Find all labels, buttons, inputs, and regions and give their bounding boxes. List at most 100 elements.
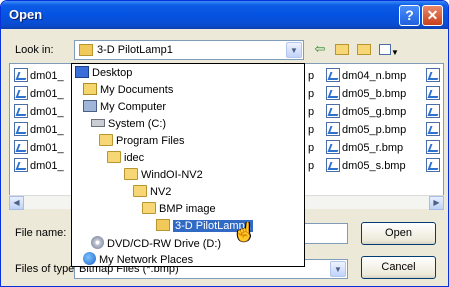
- partial-file-text: p: [308, 106, 315, 118]
- bitmap-file-icon: [326, 68, 340, 82]
- bitmap-file-icon: [326, 140, 340, 154]
- bitmap-file-icon: [326, 158, 340, 172]
- look-in-label: Look in:: [15, 44, 54, 56]
- file-name-text: dm01_: [30, 88, 64, 100]
- dropdown-item-label: My Computer: [100, 101, 167, 113]
- list-item[interactable]: dm01_: [14, 68, 64, 84]
- folder-icon: [133, 185, 147, 197]
- dropdown-item-label: DVD/CD-RW Drive (D:): [107, 238, 222, 250]
- bitmap-file-icon: [426, 158, 440, 172]
- dropdown-item-network-places[interactable]: My Network Places: [83, 252, 193, 267]
- bitmap-file-icon: [426, 86, 440, 100]
- partial-file-text: p: [308, 160, 315, 172]
- bitmap-file-icon: [14, 104, 28, 118]
- dialog-title: Open: [9, 7, 43, 22]
- list-item[interactable]: dm05_g.bmp: [326, 104, 406, 120]
- partial-file-text: p: [308, 124, 315, 136]
- scroll-right-icon[interactable]: ▶: [429, 196, 444, 210]
- open-button[interactable]: Open: [361, 222, 436, 245]
- look-in-value: 3-D PilotLamp1: [97, 44, 173, 56]
- bitmap-file-icon: [426, 68, 440, 82]
- partial-file-text: p: [308, 88, 315, 100]
- list-item[interactable]: [426, 122, 442, 138]
- list-item[interactable]: dm01_: [14, 86, 64, 102]
- network-places-icon: [83, 252, 96, 265]
- file-name-text: dm05_p.bmp: [342, 124, 407, 136]
- file-name-text: dm01_: [30, 160, 64, 172]
- list-item[interactable]: [426, 104, 442, 120]
- dropdown-item-label: BMP image: [159, 203, 216, 215]
- chevron-down-icon[interactable]: ▼: [286, 42, 302, 58]
- list-item[interactable]: [426, 158, 442, 174]
- scroll-left-icon[interactable]: ◀: [9, 196, 24, 210]
- dropdown-item-system-c[interactable]: System (C:): [91, 117, 166, 132]
- file-name-text: dm01_: [30, 106, 64, 118]
- file-name-text: dm05_b.bmp: [342, 88, 407, 100]
- bitmap-file-icon: [14, 86, 28, 100]
- my-documents-icon: [83, 83, 97, 95]
- file-name-text: dm01_: [30, 142, 64, 154]
- folder-icon: [99, 134, 113, 146]
- bitmap-file-icon: [14, 122, 28, 136]
- dropdown-item-desktop[interactable]: Desktop: [75, 66, 132, 81]
- file-name-text: dm05_g.bmp: [342, 106, 407, 118]
- folder-icon: [107, 151, 121, 163]
- list-item[interactable]: dm05_r.bmp: [326, 140, 403, 156]
- bitmap-file-icon: [326, 86, 340, 100]
- list-item[interactable]: dm05_p.bmp: [326, 122, 406, 138]
- cd-drive-icon: [91, 236, 104, 249]
- list-item[interactable]: dm01_: [14, 122, 64, 138]
- bitmap-file-icon: [326, 122, 340, 136]
- help-button[interactable]: ?: [399, 5, 420, 26]
- bitmap-file-icon: [426, 122, 440, 136]
- list-item[interactable]: [426, 86, 442, 102]
- bitmap-file-icon: [426, 104, 440, 118]
- dropdown-item-program-files[interactable]: Program Files: [99, 134, 184, 149]
- dropdown-item-label: NV2: [150, 186, 172, 198]
- bitmap-file-icon: [426, 140, 440, 154]
- open-dialog: Open ? ✕ Look in: 3-D PilotLamp1 ▼ ⇦ ▼ d…: [0, 0, 449, 287]
- dropdown-item-nv2[interactable]: NV2: [133, 185, 171, 200]
- dropdown-item-my-computer[interactable]: My Computer: [83, 100, 166, 115]
- file-name-text: dm05_s.bmp: [342, 160, 406, 172]
- new-folder-icon[interactable]: [355, 41, 373, 57]
- cancel-button[interactable]: Cancel: [361, 256, 436, 279]
- list-item[interactable]: dm01_: [14, 140, 64, 156]
- dropdown-item-windoi-nv2[interactable]: WindOI-NV2: [124, 168, 203, 183]
- desktop-icon: [75, 66, 89, 78]
- dropdown-item-dvd-drive[interactable]: DVD/CD-RW Drive (D:): [91, 236, 221, 251]
- dropdown-item-idec[interactable]: idec: [107, 151, 144, 166]
- list-item[interactable]: [426, 68, 442, 84]
- views-menu-icon[interactable]: ▼: [377, 41, 401, 57]
- dropdown-item-label: My Documents: [100, 84, 174, 96]
- back-icon[interactable]: ⇦: [311, 41, 329, 57]
- dropdown-item-label: My Network Places: [99, 254, 194, 266]
- file-name-text: dm05_r.bmp: [342, 142, 404, 154]
- open-folder-icon: [79, 44, 93, 56]
- file-name-label: File name:: [15, 227, 67, 239]
- bitmap-file-icon: [14, 158, 28, 172]
- dropdown-item-label: Desktop: [92, 67, 133, 79]
- list-item[interactable]: [426, 140, 442, 156]
- look-in-combo[interactable]: 3-D PilotLamp1 ▼: [74, 40, 304, 60]
- list-item[interactable]: dm01_: [14, 158, 64, 174]
- bitmap-file-icon: [326, 104, 340, 118]
- dropdown-item-label: idec: [124, 152, 145, 164]
- look-in-dropdown-list[interactable]: Desktop My Documents My Computer System …: [71, 63, 305, 267]
- list-item[interactable]: dm04_n.bmp: [326, 68, 406, 84]
- hard-drive-icon: [91, 119, 105, 127]
- list-item[interactable]: dm05_s.bmp: [326, 158, 406, 174]
- folder-up-icon[interactable]: [333, 41, 351, 57]
- dropdown-item-bmp-image[interactable]: BMP image: [142, 202, 216, 217]
- folder-icon: [124, 168, 138, 180]
- list-item[interactable]: dm01_: [14, 104, 64, 120]
- partial-file-text: p: [308, 142, 315, 154]
- list-item[interactable]: dm05_b.bmp: [326, 86, 406, 102]
- title-bar[interactable]: Open ? ✕: [1, 1, 448, 29]
- folder-icon: [142, 202, 156, 214]
- close-button[interactable]: ✕: [422, 5, 443, 26]
- files-of-type-label: Files of type:: [15, 263, 78, 275]
- hand-cursor-icon: ☝: [233, 222, 256, 242]
- dropdown-item-my-documents[interactable]: My Documents: [83, 83, 173, 98]
- chevron-down-icon[interactable]: ▼: [330, 261, 346, 277]
